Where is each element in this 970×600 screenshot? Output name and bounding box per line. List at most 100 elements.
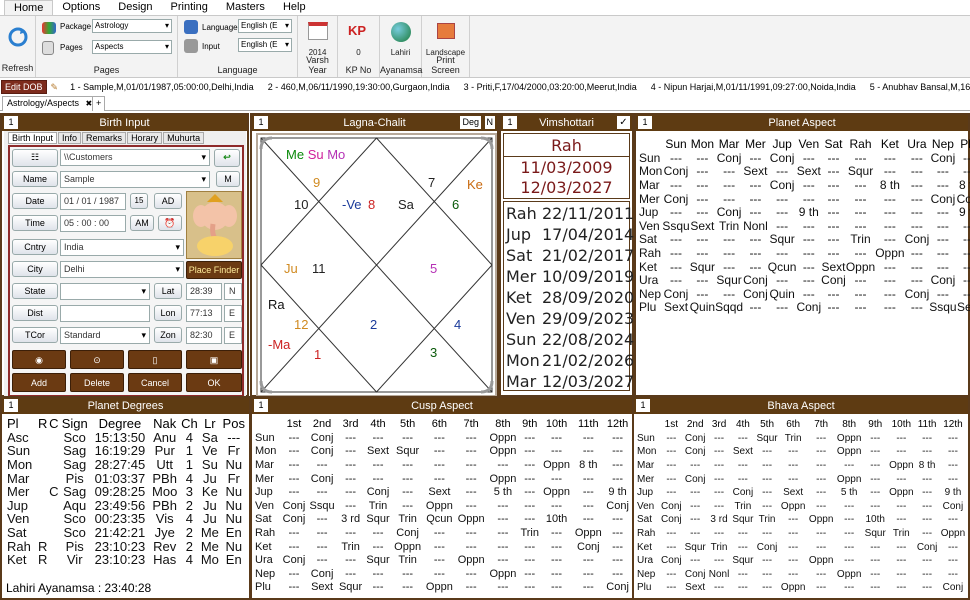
cancel-button[interactable]: Cancel (128, 373, 182, 392)
subtab-remarks[interactable]: Remarks (82, 132, 127, 144)
ampm-button[interactable]: AM (130, 215, 154, 231)
deg-toggle[interactable]: Deg (460, 116, 481, 129)
refresh-button[interactable] (4, 26, 32, 50)
era-button[interactable]: AD (154, 193, 182, 209)
ayanamsa-section[interactable]: Lahiri Ayanamsa (380, 16, 422, 77)
add-button[interactable]: Add (12, 373, 66, 392)
pages-select[interactable]: Aspects (92, 40, 172, 54)
lat-field[interactable]: 28:39 (186, 283, 222, 300)
subtab-horary[interactable]: Horary (127, 132, 163, 144)
table-cell: Trin (710, 541, 728, 553)
gender-button[interactable]: M (216, 171, 240, 187)
table-cell: --- (827, 246, 840, 261)
table-cell: 09:28:25 (94, 484, 146, 500)
subtab-info[interactable]: Info (58, 132, 82, 144)
tab-astrology-aspects[interactable]: Astrology/Aspects ✖ (2, 96, 98, 111)
check-icon[interactable]: ✓ (617, 116, 630, 129)
table-cell: --- (345, 472, 357, 485)
ok-button[interactable]: OK (186, 373, 242, 392)
table-cell: --- (827, 150, 840, 165)
dob-item[interactable]: 3 - Priti,F,17/04/2000,03:20:00,Meerut,I… (464, 82, 637, 92)
add-tab-button[interactable]: + (92, 96, 106, 111)
dist-field[interactable] (60, 305, 150, 322)
table-cell: Sext (428, 486, 451, 499)
table-cell: Plu (255, 581, 271, 594)
dasha-end: 12/03/2027 (520, 178, 613, 197)
column-header: 1st (664, 419, 678, 431)
panel-title: Vimshottari (539, 117, 594, 129)
table-cell: --- (612, 527, 624, 540)
kp-section[interactable]: KP 0 KP No (338, 16, 380, 77)
table-cell: Rah (637, 528, 656, 540)
table-cell: Sext (690, 218, 715, 233)
place-finder-button[interactable]: Place Finder (186, 261, 242, 279)
return-icon[interactable]: ↩ (214, 149, 240, 167)
table-cell: --- (465, 581, 477, 594)
country-select[interactable]: India (60, 239, 184, 256)
dob-item[interactable]: 2 - 460,M,06/11/1990,19:30:00,Gurgaon,In… (268, 82, 450, 92)
name-field[interactable]: Sample (60, 171, 210, 188)
table-cell: 10th (545, 513, 568, 526)
tcor-select[interactable]: Standard (60, 327, 150, 344)
table-cell: --- (670, 232, 683, 247)
table-cell: --- (497, 459, 509, 472)
date-field[interactable]: 01 / 01 / 1987 (60, 193, 126, 210)
input-select[interactable]: English (E (238, 38, 292, 52)
new-doc-button[interactable]: ▯ (128, 350, 182, 369)
delete-button[interactable]: Delete (70, 373, 124, 392)
pencil-icon[interactable]: ✎ (51, 82, 59, 93)
zon-dir[interactable]: E (224, 327, 242, 344)
print-section[interactable]: Landscape Print Screen (422, 16, 470, 77)
edit-dob-button[interactable]: Edit DOB (1, 80, 47, 94)
menu-help[interactable]: Help (274, 0, 315, 15)
pages-section: Package Astrology Pages Aspects Pages (36, 16, 178, 77)
globe-button[interactable]: ◉ (12, 350, 66, 369)
city-select[interactable]: Delhi (60, 261, 184, 278)
dob-item[interactable]: 5 - Anubhav Bansal,M,16/08/1984,14:43:00… (870, 82, 970, 92)
table-cell: 4 (185, 552, 194, 568)
calendar-button[interactable]: 15 (130, 193, 148, 209)
column-header: Sun (665, 137, 687, 152)
table-cell: Sext (664, 300, 689, 315)
zon-field[interactable]: 82:30 (186, 327, 222, 344)
planet-sa: Sa (398, 197, 414, 212)
table-cell: 28:27:45 (94, 457, 146, 473)
table-row: Rah R Pis 23:10:23 Rev 2 Me Nu (5, 539, 247, 553)
time-field[interactable]: 05 : 00 : 00 (60, 215, 126, 232)
n-toggle[interactable]: N (484, 116, 495, 129)
clock-icon[interactable]: ⏰ (158, 215, 182, 231)
dob-item[interactable]: 4 - Nipun Harjai,M,01/11/1991,09:27:00,N… (651, 82, 856, 92)
menu-printing[interactable]: Printing (162, 0, 217, 15)
language-select[interactable]: English (E (238, 19, 292, 33)
subtab-muhurta[interactable]: Muhurta (163, 132, 205, 144)
lon-field[interactable]: 77:13 (186, 305, 222, 322)
table-cell: 15:13:50 (94, 429, 146, 445)
table-cell: --- (854, 218, 867, 233)
column-header: Plu (960, 137, 970, 152)
varsh-section[interactable]: 2014 Varsh Year (298, 16, 338, 77)
menu-options[interactable]: Options (53, 0, 109, 15)
menu-home[interactable]: Home (4, 0, 54, 16)
table-row: Ket R Vir 23:10:23 Has 4 Mo En (5, 553, 247, 567)
target-button[interactable]: ⊙ (70, 350, 124, 369)
table-cell: --- (465, 472, 477, 485)
table-cell: 2 (185, 525, 194, 541)
table-row: Ket --- Squr Trin --- Conj --- --- --- --- --- Conj… (635, 540, 967, 554)
table-cell: --- (883, 205, 896, 220)
folder-icon[interactable]: ☷ (12, 149, 58, 167)
lat-dir[interactable]: N (224, 283, 242, 300)
menu-design[interactable]: Design (109, 0, 161, 15)
lon-dir[interactable]: E (224, 305, 242, 322)
save-button[interactable]: ▣ (186, 350, 242, 369)
table-cell: --- (465, 459, 477, 472)
dob-item[interactable]: 1 - Sample,M,01/01/1987,05:00:00,Delhi,I… (70, 82, 254, 92)
state-select[interactable] (60, 283, 150, 300)
package-select[interactable]: Astrology (92, 19, 172, 33)
table-cell: Trin (718, 218, 740, 233)
table-cell: Mar (637, 460, 655, 472)
table-cell: --- (854, 150, 867, 165)
subtab-birth-input[interactable]: Birth Input (8, 132, 58, 144)
panel-title: Bhava Aspect (767, 400, 835, 412)
menu-masters[interactable]: Masters (217, 0, 274, 15)
folder-select[interactable]: \\Customers (60, 149, 210, 166)
